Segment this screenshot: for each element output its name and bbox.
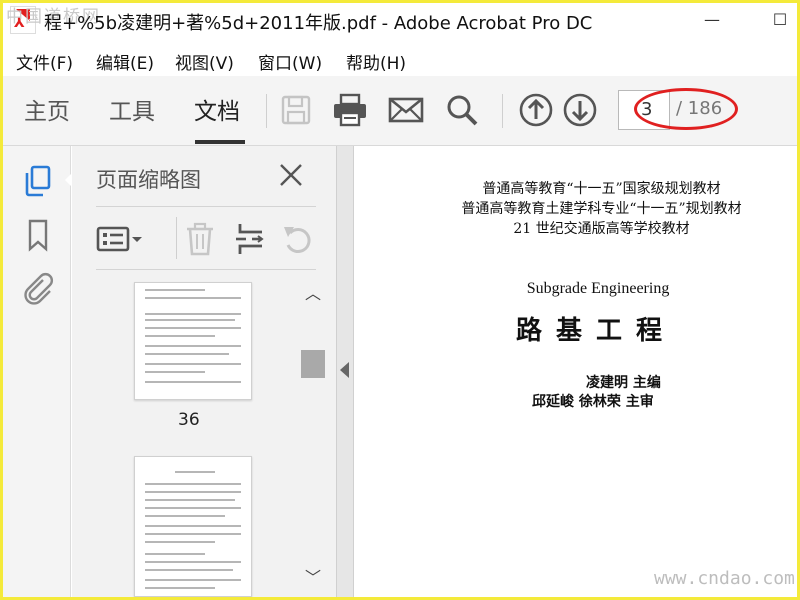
- thumbnail-options-icon[interactable]: [96, 221, 144, 257]
- active-tab-indicator: [195, 140, 245, 144]
- watermark-bottom: www.cndao.com: [654, 568, 795, 589]
- thumbnails-panel: 页面缩略图 36 ︿ ﹀: [72, 146, 336, 597]
- panel-splitter[interactable]: [336, 146, 354, 597]
- window-title: 程+%5b凌建明+著%5d+2011年版.pdf - Adobe Acrobat…: [44, 13, 593, 34]
- doc-heading-line-3: 21 世纪交通版高等学校教材: [513, 221, 690, 237]
- document-page: 普通高等教育“十一五”国家级规划教材 普通高等教育土建学科专业“十一五”规划教材…: [354, 146, 797, 597]
- email-icon[interactable]: [386, 90, 426, 130]
- tab-document[interactable]: 文档: [194, 92, 240, 126]
- menu-bar: 文件(F) 编辑(E) 视图(V) 窗口(W) 帮助(H): [0, 40, 800, 76]
- toolbar: 主页 工具 文档 3 / 186: [0, 76, 800, 146]
- close-icon[interactable]: [276, 160, 306, 190]
- page-up-icon[interactable]: [516, 90, 556, 130]
- toolbar-separator: [266, 94, 267, 128]
- minimize-button[interactable]: —: [700, 8, 724, 32]
- doc-reviewers: 邱延峻 徐林荣 主审: [532, 394, 654, 410]
- chevron-up-icon[interactable]: ︿: [300, 282, 326, 306]
- page-thumbnail[interactable]: [134, 456, 252, 597]
- menu-view[interactable]: 视图(V): [175, 49, 234, 74]
- tab-home[interactable]: 主页: [24, 92, 70, 126]
- title-bar: ⅄ 中国道桥网 程+%5b凌建明+著%5d+2011年版.pdf - Adobe…: [0, 0, 800, 40]
- chevron-down-icon[interactable]: ﹀: [300, 566, 326, 590]
- collapse-panel-icon[interactable]: [340, 362, 349, 378]
- menu-help[interactable]: 帮助(H): [346, 49, 406, 74]
- page-thumbnail[interactable]: [134, 282, 252, 400]
- thumbnail-scrollbar[interactable]: ︿ ﹀: [300, 282, 326, 594]
- thumbnail-page-label: 36: [178, 410, 200, 430]
- extract-icon[interactable]: [232, 221, 268, 257]
- bookmarks-icon[interactable]: [21, 218, 55, 252]
- panel-tool-separator: [176, 217, 177, 259]
- print-icon[interactable]: [330, 90, 370, 130]
- doc-english-title: Subgrade Engineering: [526, 280, 670, 297]
- doc-heading-line-2: 普通高等教育土建学科专业“十一五”规划教材: [461, 201, 742, 217]
- maximize-button[interactable]: ☐: [768, 8, 792, 32]
- rotate-icon[interactable]: [280, 221, 316, 257]
- menu-file[interactable]: 文件(F): [16, 49, 73, 74]
- doc-author: 凌建明 主编: [586, 375, 661, 391]
- page-total: / 186: [676, 98, 723, 119]
- page-thumbnails-icon[interactable]: [21, 164, 55, 198]
- scrollbar-thumb[interactable]: [301, 350, 325, 378]
- menu-edit[interactable]: 编辑(E): [96, 49, 154, 74]
- search-icon[interactable]: [442, 90, 482, 130]
- doc-chinese-title: 路基工程: [515, 316, 676, 346]
- delete-icon[interactable]: [182, 221, 218, 257]
- attachments-icon[interactable]: [21, 272, 55, 306]
- toolbar-separator: [502, 94, 503, 128]
- page-down-icon[interactable]: [560, 90, 600, 130]
- panel-title: 页面缩略图: [96, 168, 201, 192]
- navigation-rail: [3, 146, 75, 597]
- doc-heading-line-1: 普通高等教育“十一五”国家级规划教材: [482, 181, 721, 197]
- panel-toolbar: [96, 206, 316, 270]
- tab-tools[interactable]: 工具: [109, 92, 155, 126]
- save-icon[interactable]: [276, 90, 316, 130]
- menu-window[interactable]: 窗口(W): [258, 49, 322, 74]
- page-number-input[interactable]: 3: [618, 90, 670, 130]
